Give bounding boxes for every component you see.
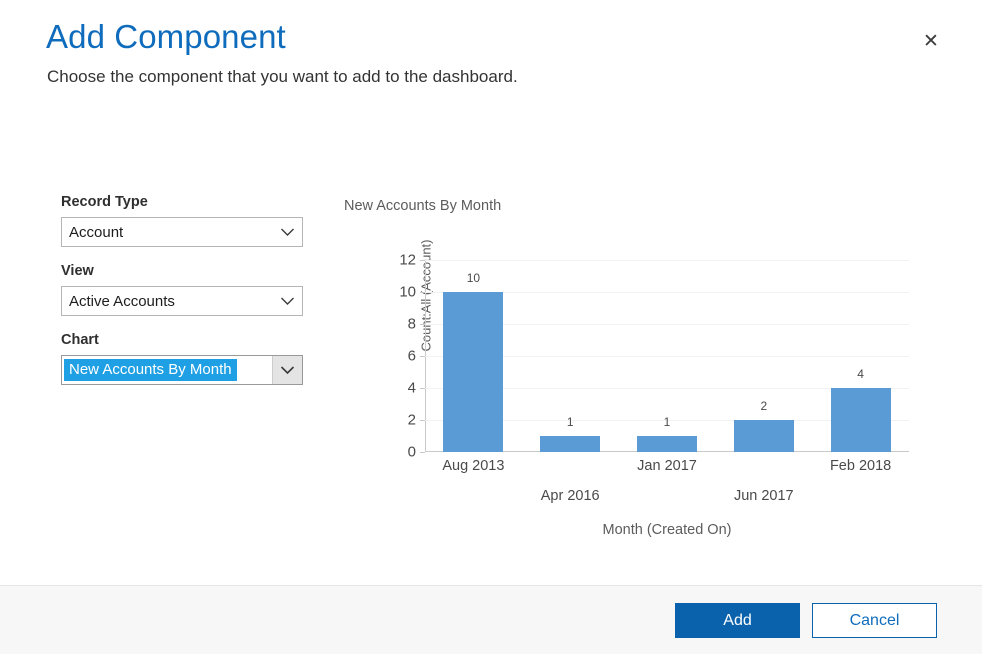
chart-y-tick [420,388,425,389]
record-type-select[interactable]: Account [61,217,303,247]
chart-y-tick [420,324,425,325]
chart-y-tick [420,452,425,453]
chart-x-tick-label: Aug 2013 [442,458,504,474]
chart-y-tick [420,356,425,357]
add-button[interactable]: Add [675,603,800,638]
chart-preview: New Accounts By Month Count:All (Account… [344,198,944,548]
chart-x-tick-label: Apr 2016 [541,488,600,504]
dialog-subtitle: Choose the component that you want to ad… [47,67,518,87]
chart-bar[interactable] [831,388,891,452]
chart-plot-area: 02468101210Aug 20131Apr 20161Jan 20172Ju… [425,260,909,452]
chart-bar[interactable] [540,436,600,452]
chart-select[interactable]: New Accounts By Month [61,355,303,385]
close-icon[interactable]: ✕ [918,28,944,54]
chart-y-tick-label: 8 [408,316,416,333]
chart-bar-value-label: 10 [467,271,480,285]
add-component-dialog: Add Component Choose the component that … [0,0,982,654]
chevron-down-icon [272,287,302,315]
component-form: Record Type Account View Active Accounts… [61,193,306,385]
chart-gridline [425,260,909,261]
chevron-down-icon[interactable] [272,356,302,384]
chevron-down-icon [272,218,302,246]
dialog-footer: Add Cancel [0,585,982,654]
chart-y-tick [420,420,425,421]
chart-y-tick [420,260,425,261]
chart-x-tick-label: Jan 2017 [637,458,697,474]
chart-y-tick-label: 4 [408,380,416,397]
view-label: View [61,262,306,280]
page-title: Add Component [46,18,286,56]
record-type-label: Record Type [61,193,306,211]
chart-x-axis-title: Month (Created On) [425,522,909,538]
chart-y-tick-label: 2 [408,412,416,429]
chart-y-tick-label: 10 [399,284,416,301]
chart-value: New Accounts By Month [64,359,237,381]
chart-x-tick-label: Feb 2018 [830,458,891,474]
chart-bar-value-label: 1 [567,415,574,429]
chart-bar-value-label: 1 [664,415,671,429]
record-type-value: Account [62,224,272,241]
chart-y-tick [420,292,425,293]
chart-y-tick-label: 6 [408,348,416,365]
view-select[interactable]: Active Accounts [61,286,303,316]
view-value: Active Accounts [62,293,272,310]
chart-x-tick-label: Jun 2017 [734,488,794,504]
chart-bar-value-label: 4 [857,367,864,381]
chart-label: Chart [61,331,306,349]
cancel-button[interactable]: Cancel [812,603,937,638]
chart-y-tick-label: 12 [399,252,416,269]
chart-y-tick-label: 0 [408,444,416,461]
chart-bar[interactable] [637,436,697,452]
chart-bar[interactable] [734,420,794,452]
chart-bar[interactable] [443,292,503,452]
chart-bar-value-label: 2 [760,399,767,413]
